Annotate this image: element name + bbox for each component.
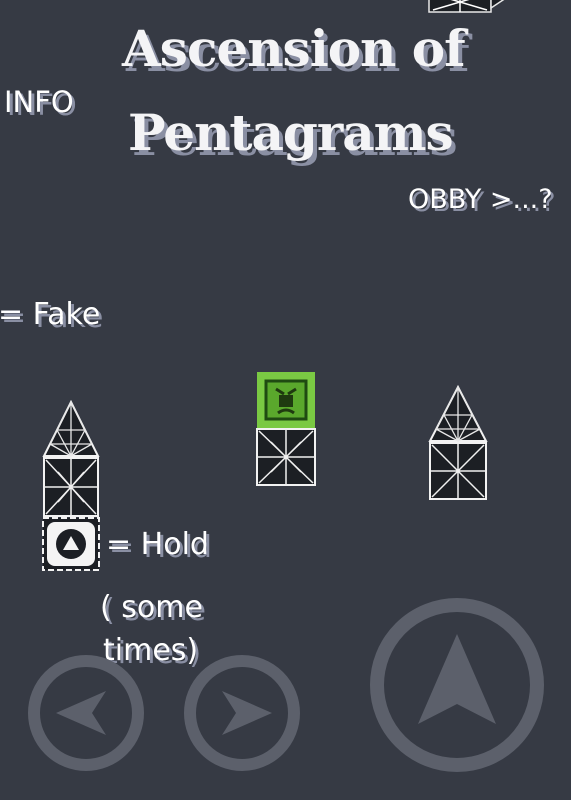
right-control-button[interactable] <box>184 655 300 771</box>
jump-control-button[interactable] <box>370 598 544 772</box>
obby-button[interactable]: OBBY >...? <box>408 186 553 213</box>
game-title-line1: Ascension of <box>122 19 466 78</box>
sometimes-label-line1: ( some <box>100 590 203 625</box>
sometimes-label-line2: times) <box>103 633 199 668</box>
hold-block <box>41 516 101 572</box>
spike-tower-left <box>40 400 102 520</box>
info-button[interactable]: INFO <box>4 88 74 117</box>
left-control-button[interactable] <box>28 655 144 771</box>
spike-tower-right <box>426 385 490 503</box>
fake-label: = Fake <box>0 297 101 332</box>
game-title-line2: Pentagrams <box>128 103 454 162</box>
hold-label: = Hold <box>106 527 209 562</box>
top-edge-block <box>427 0 517 16</box>
center-block <box>255 428 317 488</box>
left-arrow-icon <box>56 691 106 735</box>
jump-arrow-icon <box>418 634 496 724</box>
player-cube <box>256 371 316 429</box>
right-arrow-icon <box>222 691 272 735</box>
